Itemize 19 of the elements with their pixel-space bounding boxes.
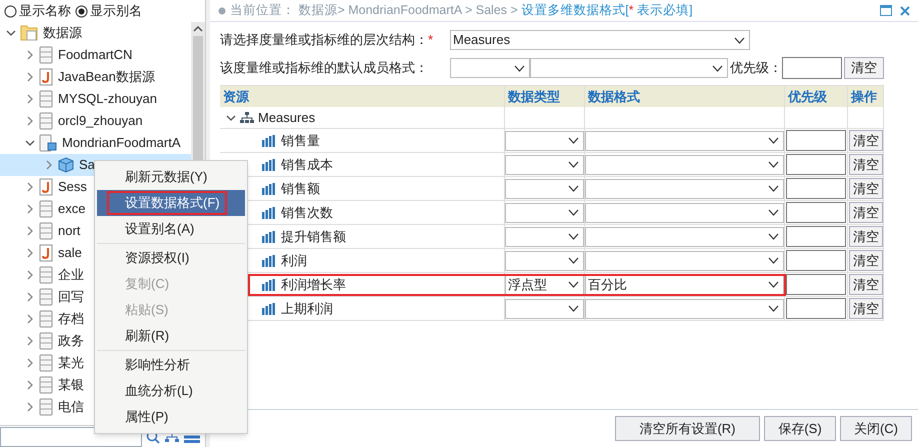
menu-item: 粘贴(S)	[124, 301, 170, 320]
column-header: 优先级	[785, 86, 848, 107]
measure-name: 利润	[281, 252, 307, 270]
field-label: 该度量维或指标维的默认成员格式：	[220, 59, 429, 78]
breadcrumb: 当前位置： 数据源> MondrianFoodmartA > Sales > 设置多维数据格式[* 表示必填]	[230, 2, 693, 20]
column-header: 数据格式	[585, 86, 785, 107]
measure-name: 上期利润	[281, 300, 333, 318]
column-header: 数据类型	[505, 86, 585, 107]
column-header: 操作	[848, 86, 884, 107]
column-header: 资源	[220, 86, 505, 107]
measure-name: 销售量	[281, 132, 320, 150]
field-label: 优先级：	[730, 59, 782, 78]
measure-name: 利润增长率	[281, 276, 346, 294]
measure-name: 销售次数	[281, 204, 333, 222]
measure-name: 销售额	[281, 180, 320, 198]
measure-name: 销售成本	[281, 156, 333, 174]
measure-name: 提升销售额	[281, 228, 346, 246]
menu-item: 复制(C)	[124, 275, 170, 294]
field-label: 请选择度量维或指标维的层次结构：*	[220, 31, 434, 50]
